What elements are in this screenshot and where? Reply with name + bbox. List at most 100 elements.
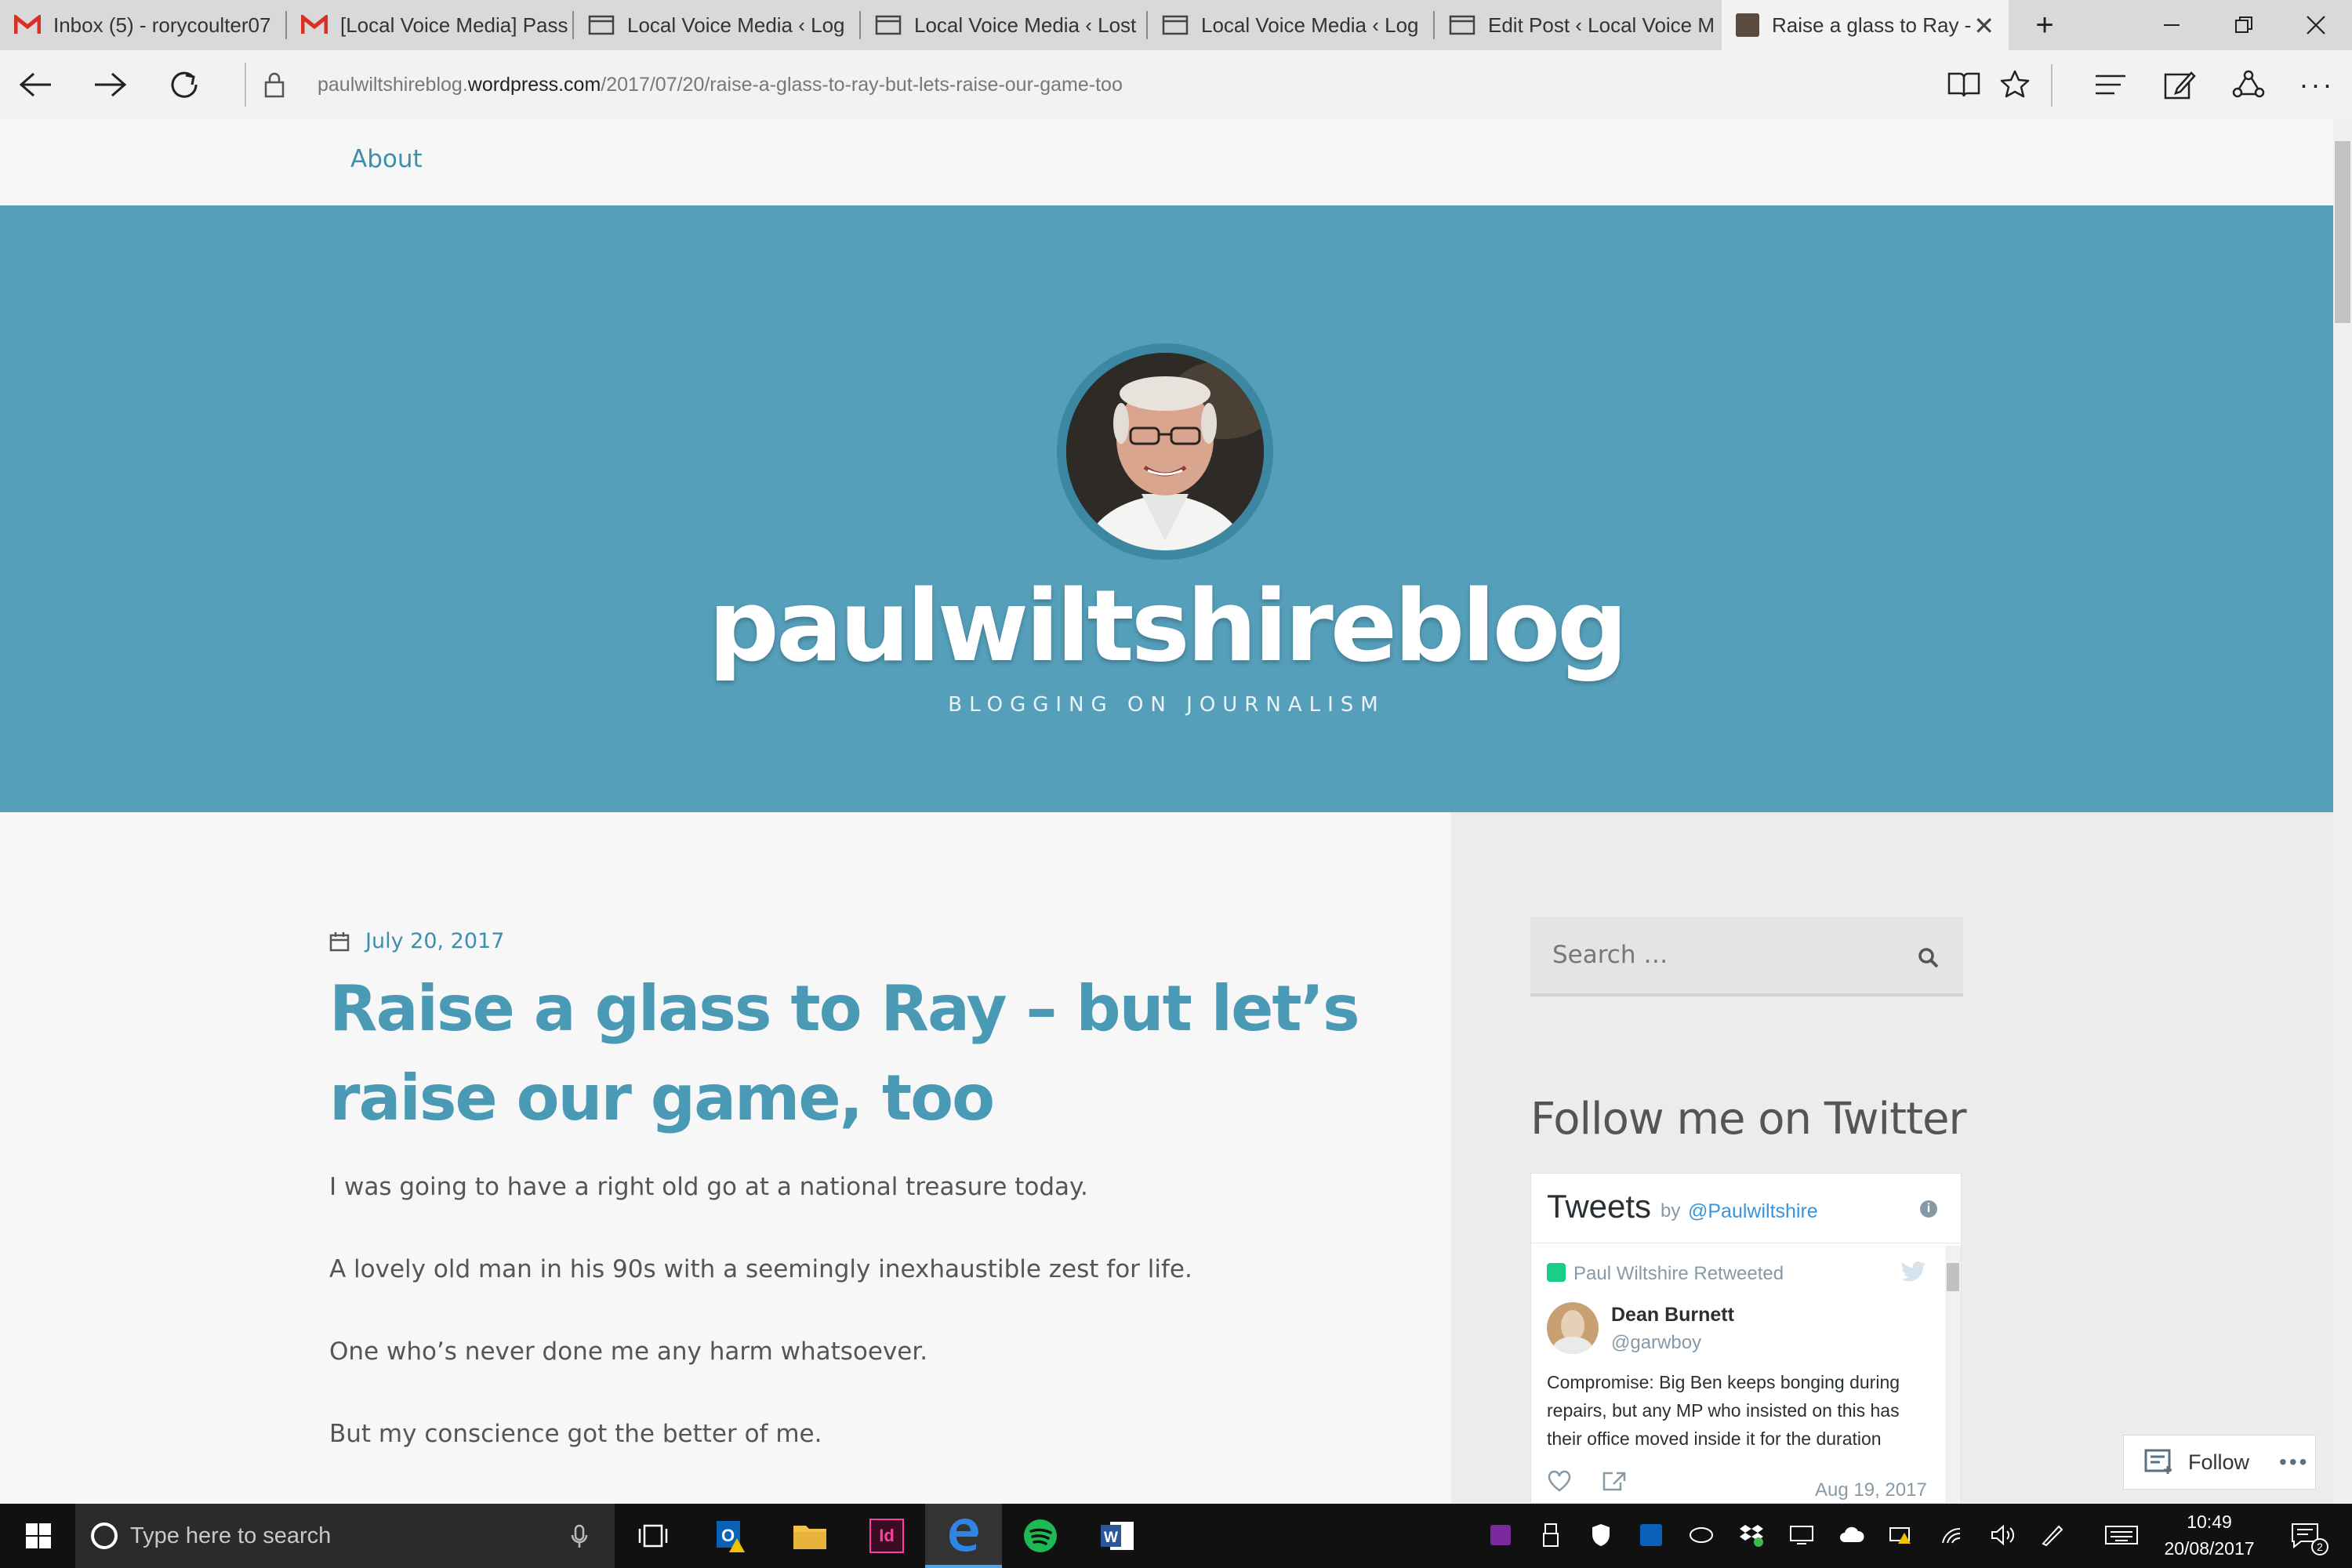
spotify-app-icon[interactable]: [1002, 1504, 1079, 1568]
action-center-icon[interactable]: 2: [2283, 1518, 2328, 1555]
url-path: /2017/07/20/raise-a-glass-to-ray-but-let…: [601, 74, 1123, 96]
post-paragraph: A lovely old man in his 90s with a seemi…: [329, 1255, 1192, 1283]
info-icon[interactable]: i: [1920, 1200, 1937, 1218]
tweet-text: Compromise: Big Ben keeps bonging during…: [1547, 1372, 1900, 1449]
close-tab-icon[interactable]: ✕: [1973, 11, 1994, 41]
retweeted-by: Paul Wiltshire Retweeted: [1573, 1263, 1784, 1284]
new-tab-icon[interactable]: +: [2009, 0, 2081, 50]
start-windows-icon[interactable]: [0, 1504, 77, 1568]
dropbox-icon[interactable]: [1734, 1518, 1769, 1552]
tab-local-voice-login[interactable]: Local Voice Media ‹ Log: [574, 0, 861, 50]
pen-workspace-icon[interactable]: [2035, 1518, 2070, 1552]
post-paragraph: But my conscience got the better of me.: [329, 1420, 822, 1448]
vpn-tray-icon[interactable]: [1684, 1518, 1719, 1552]
outlook-app-icon[interactable]: O: [695, 1504, 771, 1568]
edge-app-icon[interactable]: [925, 1504, 1002, 1568]
tab-edit-post[interactable]: Edit Post ‹ Local Voice M: [1435, 0, 1722, 50]
calendar-icon: [329, 931, 350, 951]
word-app-icon[interactable]: W: [1079, 1504, 1156, 1568]
notification-count: 2: [2311, 1538, 2328, 1555]
hub-icon[interactable]: [2075, 50, 2146, 119]
tab-label: Raise a glass to Ray -: [1772, 13, 1972, 37]
page-scrollbar[interactable]: [2333, 119, 2352, 1504]
more-options-icon[interactable]: •••: [2279, 1450, 2309, 1475]
tweet-date[interactable]: Aug 19, 2017: [1815, 1479, 1927, 1501]
widget-title: Tweets: [1547, 1188, 1652, 1225]
clock[interactable]: 10:49 20/08/2017: [2154, 1508, 2264, 1562]
battery-warning-icon[interactable]: [1885, 1518, 1919, 1552]
touch-keyboard-icon[interactable]: [2104, 1518, 2139, 1552]
tab-label: Edit Post ‹ Local Voice M: [1488, 13, 1715, 37]
onenote-tray-icon[interactable]: [1483, 1518, 1518, 1552]
post-date-text: July 20, 2017: [365, 929, 505, 953]
like-heart-icon[interactable]: [1547, 1470, 1572, 1492]
url-prefix: paulwiltshireblog.: [318, 74, 468, 96]
post-date[interactable]: July 20, 2017: [329, 929, 504, 953]
lock-icon: [239, 50, 310, 119]
share-icon[interactable]: [2213, 50, 2284, 119]
share-tweet-icon[interactable]: [1602, 1470, 1627, 1492]
page-icon: [1449, 15, 1475, 35]
avatar[interactable]: [1066, 353, 1264, 550]
volume-icon[interactable]: [1985, 1518, 2020, 1552]
usb-device-icon[interactable]: [1534, 1518, 1568, 1552]
back-arrow-icon[interactable]: [0, 50, 71, 119]
tweet-author-handle[interactable]: @garwboy: [1611, 1332, 1701, 1354]
minimize-icon[interactable]: [2136, 0, 2208, 50]
url-domain: wordpress.com: [467, 74, 601, 96]
tab-label: [Local Voice Media] Pass: [340, 13, 568, 37]
wifi-icon[interactable]: [1935, 1518, 1969, 1552]
cortana-icon: [91, 1523, 118, 1549]
security-shield-icon[interactable]: [1584, 1518, 1618, 1552]
site-tagline: BLOGGING ON JOURNALISM: [948, 693, 1385, 717]
page-icon: [588, 15, 615, 35]
page-icon: [875, 15, 902, 35]
favicon-photo: [1736, 13, 1759, 37]
tab-raise-a-glass-active[interactable]: Raise a glass to Ray - ✕: [1722, 0, 2009, 50]
follow-button[interactable]: Follow •••: [2123, 1435, 2316, 1490]
follow-blog-icon: [2144, 1449, 2172, 1474]
tab-local-voice-lost[interactable]: Local Voice Media ‹ Lost: [861, 0, 1148, 50]
more-options-icon[interactable]: ···: [2281, 50, 2352, 119]
url-field[interactable]: paulwiltshireblog.wordpress.com/2017/07/…: [318, 50, 1123, 119]
tab-local-voice-login-2[interactable]: Local Voice Media ‹ Log: [1148, 0, 1435, 50]
file-explorer-icon[interactable]: [771, 1504, 848, 1568]
refresh-icon[interactable]: [149, 50, 220, 119]
tweet-author-name[interactable]: Dean Burnett: [1611, 1304, 1734, 1327]
taskbar-search-placeholder: Type here to search: [130, 1523, 332, 1548]
tab-gmail-password[interactable]: [Local Voice Media] Pass: [287, 0, 574, 50]
clock-time: 10:49: [2187, 1512, 2232, 1532]
widget-scroll-thumb[interactable]: [1947, 1263, 1959, 1291]
tab-gmail-inbox[interactable]: Inbox (5) - rorycoulter07: [0, 0, 287, 50]
indesign-label: Id: [869, 1519, 904, 1553]
close-window-icon[interactable]: [2280, 0, 2352, 50]
web-note-icon[interactable]: [2144, 50, 2215, 119]
widget-handle-link[interactable]: @Paulwiltshire: [1688, 1200, 1818, 1223]
favorite-star-icon[interactable]: [1980, 50, 2050, 119]
site-title[interactable]: paulwiltshireblog: [0, 568, 2333, 684]
search-icon[interactable]: [1918, 947, 1940, 973]
nav-about-link[interactable]: About: [350, 145, 423, 173]
clock-date: 20/08/2017: [2164, 1538, 2255, 1559]
svg-text:O: O: [721, 1526, 735, 1545]
display-tray-icon[interactable]: [1784, 1518, 1819, 1552]
task-view-icon[interactable]: [615, 1504, 691, 1568]
onedrive-icon[interactable]: [1835, 1518, 1869, 1552]
tab-label: Inbox (5) - rorycoulter07: [53, 13, 271, 37]
restore-icon[interactable]: [2208, 0, 2280, 50]
twitter-bird-icon[interactable]: [1901, 1261, 1926, 1282]
forward-arrow-icon[interactable]: [75, 50, 146, 119]
microphone-icon[interactable]: [571, 1524, 588, 1549]
post-paragraph: I was going to have a right old go at a …: [329, 1173, 1088, 1201]
indesign-app-icon[interactable]: Id: [848, 1504, 925, 1568]
taskbar-search-box[interactable]: Type here to search: [75, 1504, 615, 1568]
avatar-photo: [1066, 353, 1264, 550]
gmail-icon: [14, 15, 41, 34]
widget-by: by: [1661, 1200, 1681, 1221]
post-title[interactable]: Raise a glass to Ray – but let’s raise o…: [329, 964, 1380, 1143]
page-scroll-thumb[interactable]: [2335, 141, 2350, 323]
retweet-icon: [1547, 1263, 1566, 1282]
tweet-author-avatar[interactable]: [1547, 1302, 1599, 1354]
outlook-tray-icon[interactable]: [1634, 1518, 1668, 1552]
tab-label: Local Voice Media ‹ Log: [1201, 13, 1419, 37]
